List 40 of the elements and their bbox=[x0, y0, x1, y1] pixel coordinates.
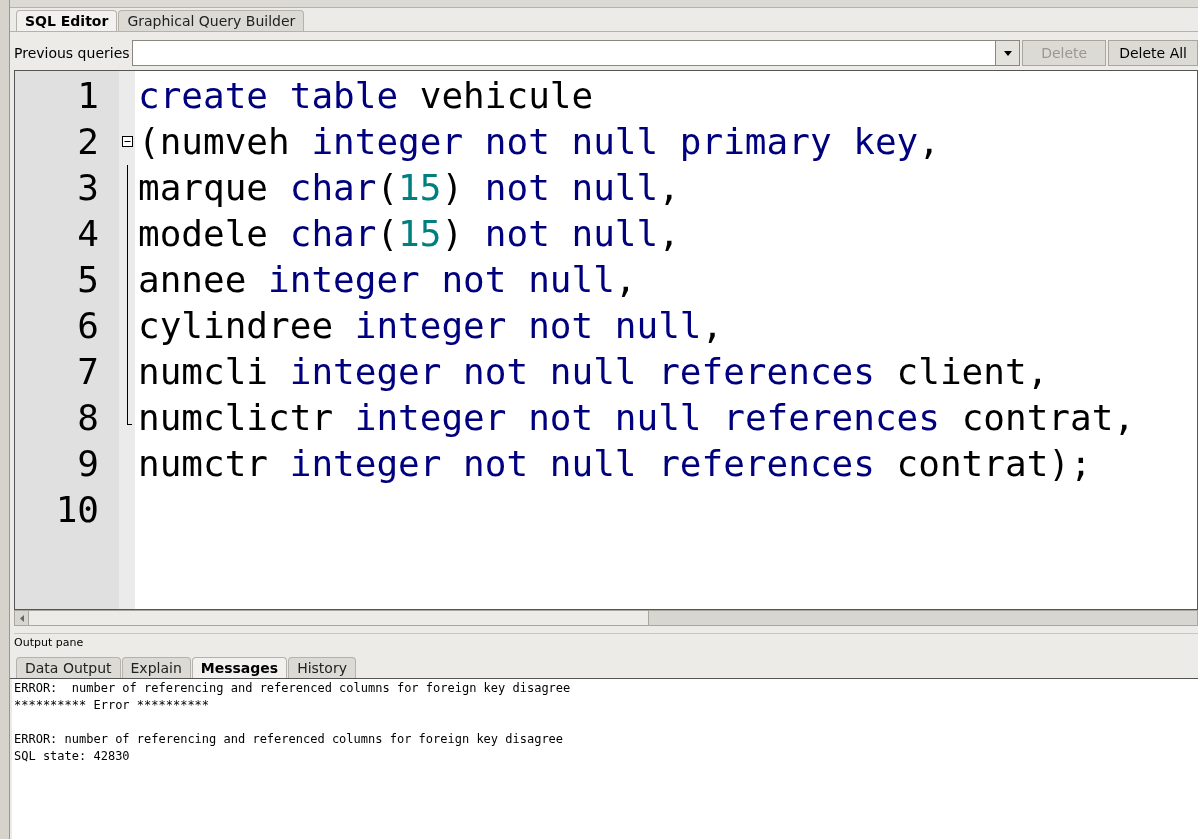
tab[interactable]: SQL Editor bbox=[16, 10, 118, 31]
message-line: SQL state: 42830 bbox=[14, 748, 130, 765]
message-line: ********** Error ********** bbox=[14, 697, 210, 714]
code-line: numcli integer not null references client, bbox=[138, 350, 1049, 394]
previous-queries-label: Previous queries bbox=[14, 43, 130, 63]
code-line: numctr integer not null references contrat); bbox=[138, 442, 1092, 486]
code-line: cylindree integer not null, bbox=[138, 304, 724, 348]
scrollbar-thumb[interactable] bbox=[29, 611, 649, 625]
tab[interactable]: Graphical Query Builder bbox=[118, 10, 305, 31]
horizontal-scrollbar[interactable] bbox=[14, 610, 1198, 626]
line-number: 1 bbox=[76, 74, 100, 118]
caret-icon bbox=[1003, 50, 1012, 56]
delete-all-button[interactable]: Delete All bbox=[1108, 40, 1198, 66]
tab[interactable]: Explain bbox=[121, 657, 191, 678]
tab[interactable]: Messages bbox=[191, 657, 288, 678]
line-number: 9 bbox=[76, 442, 100, 486]
code-line: modele char(15) not null, bbox=[138, 212, 680, 256]
line-number: 2 bbox=[76, 120, 100, 164]
line-number: 5 bbox=[76, 258, 100, 302]
left-arrow-icon bbox=[19, 614, 24, 622]
tab[interactable]: Data Output bbox=[16, 657, 121, 678]
code-editor[interactable] bbox=[14, 70, 1198, 610]
line-number: 3 bbox=[76, 166, 100, 210]
collapse-icon[interactable] bbox=[122, 136, 133, 147]
message-line: ERROR: number of referencing and referenced columns for foreign key disagree bbox=[14, 680, 571, 697]
tab[interactable]: History bbox=[288, 657, 356, 678]
line-number: 10 bbox=[54, 488, 100, 532]
line-number: 4 bbox=[76, 212, 100, 256]
line-number: 8 bbox=[76, 396, 100, 440]
code-line: create table vehicule bbox=[138, 74, 594, 118]
dropdown-button[interactable] bbox=[995, 41, 1020, 65]
previous-queries-dropdown[interactable] bbox=[131, 40, 1021, 66]
code-line: (numveh integer not null primary key, bbox=[138, 120, 940, 164]
code-line: numclictr integer not null references contrat, bbox=[138, 396, 1136, 440]
code-line: annee integer not null, bbox=[138, 258, 637, 302]
code-line: marque char(15) not null, bbox=[138, 166, 680, 210]
line-number: 6 bbox=[76, 304, 100, 348]
output-pane-title: Output pane bbox=[14, 635, 84, 652]
message-line: ERROR: number of referencing and referenced columns for foreign key disagree bbox=[14, 731, 564, 748]
line-number: 7 bbox=[76, 350, 100, 394]
